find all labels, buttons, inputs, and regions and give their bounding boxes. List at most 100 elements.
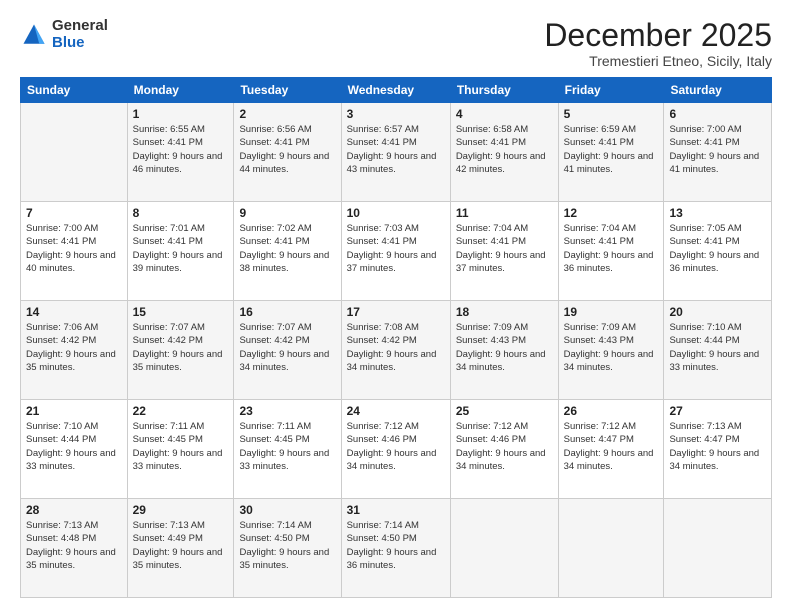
location: Tremestieri Etneo, Sicily, Italy [544, 53, 772, 69]
day-info: Sunrise: 7:10 AMSunset: 4:44 PMDaylight:… [669, 321, 766, 374]
table-cell [450, 499, 558, 598]
table-cell: 23 Sunrise: 7:11 AMSunset: 4:45 PMDayligh… [234, 400, 341, 499]
day-info: Sunrise: 7:12 AMSunset: 4:46 PMDaylight:… [456, 420, 553, 473]
day-info: Sunrise: 7:11 AMSunset: 4:45 PMDaylight:… [133, 420, 229, 473]
day-info: Sunrise: 7:08 AMSunset: 4:42 PMDaylight:… [347, 321, 445, 374]
table-cell: 19 Sunrise: 7:09 AMSunset: 4:43 PMDayligh… [558, 301, 664, 400]
day-number: 16 [239, 305, 335, 319]
day-info: Sunrise: 6:56 AMSunset: 4:41 PMDaylight:… [239, 123, 335, 176]
day-info: Sunrise: 7:04 AMSunset: 4:41 PMDaylight:… [456, 222, 553, 275]
day-number: 10 [347, 206, 445, 220]
table-cell: 30 Sunrise: 7:14 AMSunset: 4:50 PMDayligh… [234, 499, 341, 598]
logo-text: General Blue [52, 18, 108, 51]
day-number: 4 [456, 107, 553, 121]
day-info: Sunrise: 6:57 AMSunset: 4:41 PMDaylight:… [347, 123, 445, 176]
table-cell: 8Sunrise: 7:01 AMSunset: 4:41 PMDaylight… [127, 202, 234, 301]
day-info: Sunrise: 7:05 AMSunset: 4:41 PMDaylight:… [669, 222, 766, 275]
table-cell: 25 Sunrise: 7:12 AMSunset: 4:46 PMDayligh… [450, 400, 558, 499]
header-row: Sunday Monday Tuesday Wednesday Thursday… [21, 78, 772, 103]
day-number: 29 [133, 503, 229, 517]
day-info: Sunrise: 7:12 AMSunset: 4:47 PMDaylight:… [564, 420, 659, 473]
day-info: Sunrise: 6:55 AMSunset: 4:41 PMDaylight:… [133, 123, 229, 176]
table-cell: 21 Sunrise: 7:10 AMSunset: 4:44 PMDayligh… [21, 400, 128, 499]
logo-icon [20, 21, 48, 49]
table-cell [664, 499, 772, 598]
col-thursday: Thursday [450, 78, 558, 103]
day-number: 20 [669, 305, 766, 319]
day-number: 5 [564, 107, 659, 121]
day-number: 27 [669, 404, 766, 418]
table-cell: 14Sunrise: 7:06 AMSunset: 4:42 PMDayligh… [21, 301, 128, 400]
table-cell: 28 Sunrise: 7:13 AMSunset: 4:48 PMDayligh… [21, 499, 128, 598]
table-cell: 11 Sunrise: 7:04 AMSunset: 4:41 PMDayligh… [450, 202, 558, 301]
table-cell [558, 499, 664, 598]
calendar-row: 7Sunrise: 7:00 AMSunset: 4:41 PMDaylight… [21, 202, 772, 301]
day-number: 24 [347, 404, 445, 418]
col-saturday: Saturday [664, 78, 772, 103]
day-info: Sunrise: 7:09 AMSunset: 4:43 PMDaylight:… [564, 321, 659, 374]
table-cell: 31 Sunrise: 7:14 AMSunset: 4:50 PMDayligh… [341, 499, 450, 598]
day-info: Sunrise: 7:07 AMSunset: 4:42 PMDaylight:… [239, 321, 335, 374]
day-number: 14 [26, 305, 122, 319]
day-number: 28 [26, 503, 122, 517]
table-cell [21, 103, 128, 202]
day-number: 7 [26, 206, 122, 220]
table-cell: 9 Sunrise: 7:02 AMSunset: 4:41 PMDaylight… [234, 202, 341, 301]
day-number: 31 [347, 503, 445, 517]
day-info: Sunrise: 7:02 AMSunset: 4:41 PMDaylight:… [239, 222, 335, 275]
day-number: 23 [239, 404, 335, 418]
table-cell: 3 Sunrise: 6:57 AMSunset: 4:41 PMDaylight… [341, 103, 450, 202]
day-info: Sunrise: 6:58 AMSunset: 4:41 PMDaylight:… [456, 123, 553, 176]
day-info: Sunrise: 7:12 AMSunset: 4:46 PMDaylight:… [347, 420, 445, 473]
day-number: 21 [26, 404, 122, 418]
page: General Blue December 2025 Tremestieri E… [0, 0, 792, 612]
table-cell: 15 Sunrise: 7:07 AMSunset: 4:42 PMDayligh… [127, 301, 234, 400]
table-cell: 5Sunrise: 6:59 AMSunset: 4:41 PMDaylight… [558, 103, 664, 202]
day-number: 19 [564, 305, 659, 319]
day-info: Sunrise: 7:03 AMSunset: 4:41 PMDaylight:… [347, 222, 445, 275]
header-right: December 2025 Tremestieri Etneo, Sicily,… [544, 18, 772, 69]
col-friday: Friday [558, 78, 664, 103]
col-tuesday: Tuesday [234, 78, 341, 103]
day-number: 3 [347, 107, 445, 121]
table-cell: 10 Sunrise: 7:03 AMSunset: 4:41 PMDayligh… [341, 202, 450, 301]
col-sunday: Sunday [21, 78, 128, 103]
table-cell: 26 Sunrise: 7:12 AMSunset: 4:47 PMDayligh… [558, 400, 664, 499]
table-cell: 22 Sunrise: 7:11 AMSunset: 4:45 PMDayligh… [127, 400, 234, 499]
day-info: Sunrise: 7:09 AMSunset: 4:43 PMDaylight:… [456, 321, 553, 374]
top-section: General Blue December 2025 Tremestieri E… [20, 18, 772, 69]
table-cell: 2 Sunrise: 6:56 AMSunset: 4:41 PMDaylight… [234, 103, 341, 202]
table-cell: 20 Sunrise: 7:10 AMSunset: 4:44 PMDayligh… [664, 301, 772, 400]
table-cell: 1Sunrise: 6:55 AMSunset: 4:41 PMDaylight… [127, 103, 234, 202]
day-number: 26 [564, 404, 659, 418]
day-info: Sunrise: 7:10 AMSunset: 4:44 PMDaylight:… [26, 420, 122, 473]
calendar-row: 1Sunrise: 6:55 AMSunset: 4:41 PMDaylight… [21, 103, 772, 202]
day-info: Sunrise: 7:14 AMSunset: 4:50 PMDaylight:… [347, 519, 445, 572]
day-number: 11 [456, 206, 553, 220]
day-info: Sunrise: 7:00 AMSunset: 4:41 PMDaylight:… [669, 123, 766, 176]
day-info: Sunrise: 7:04 AMSunset: 4:41 PMDaylight:… [564, 222, 659, 275]
day-info: Sunrise: 7:13 AMSunset: 4:48 PMDaylight:… [26, 519, 122, 572]
table-cell: 12Sunrise: 7:04 AMSunset: 4:41 PMDayligh… [558, 202, 664, 301]
calendar-table: Sunday Monday Tuesday Wednesday Thursday… [20, 77, 772, 598]
day-number: 2 [239, 107, 335, 121]
day-info: Sunrise: 7:14 AMSunset: 4:50 PMDaylight:… [239, 519, 335, 572]
day-number: 8 [133, 206, 229, 220]
table-cell: 27 Sunrise: 7:13 AMSunset: 4:47 PMDayligh… [664, 400, 772, 499]
day-info: Sunrise: 7:13 AMSunset: 4:49 PMDaylight:… [133, 519, 229, 572]
calendar-row: 14Sunrise: 7:06 AMSunset: 4:42 PMDayligh… [21, 301, 772, 400]
table-cell: 24 Sunrise: 7:12 AMSunset: 4:46 PMDayligh… [341, 400, 450, 499]
table-cell: 18 Sunrise: 7:09 AMSunset: 4:43 PMDayligh… [450, 301, 558, 400]
day-number: 30 [239, 503, 335, 517]
day-number: 18 [456, 305, 553, 319]
day-number: 25 [456, 404, 553, 418]
day-number: 15 [133, 305, 229, 319]
day-info: Sunrise: 7:13 AMSunset: 4:47 PMDaylight:… [669, 420, 766, 473]
day-number: 9 [239, 206, 335, 220]
table-cell: 29 Sunrise: 7:13 AMSunset: 4:49 PMDayligh… [127, 499, 234, 598]
col-wednesday: Wednesday [341, 78, 450, 103]
day-info: Sunrise: 7:11 AMSunset: 4:45 PMDaylight:… [239, 420, 335, 473]
table-cell: 4 Sunrise: 6:58 AMSunset: 4:41 PMDaylight… [450, 103, 558, 202]
day-info: Sunrise: 7:07 AMSunset: 4:42 PMDaylight:… [133, 321, 229, 374]
day-number: 22 [133, 404, 229, 418]
